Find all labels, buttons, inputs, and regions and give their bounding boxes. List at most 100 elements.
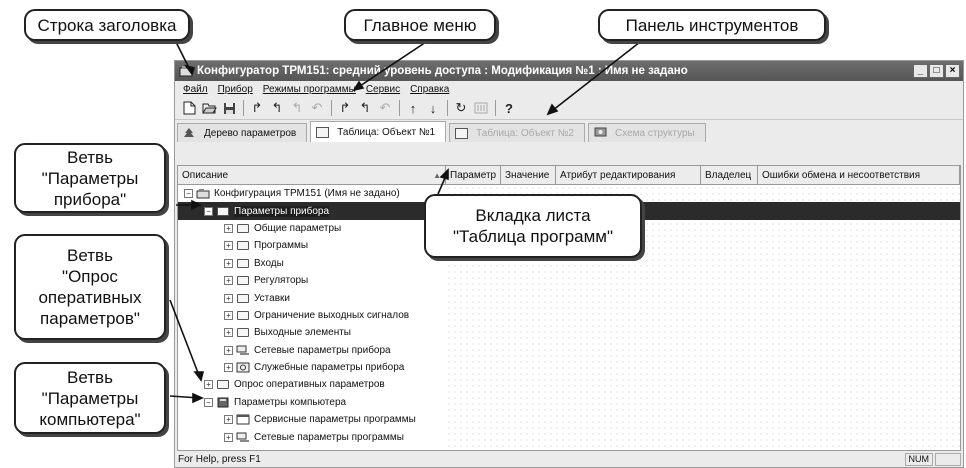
expand-icon[interactable]: + bbox=[224, 310, 233, 320]
menu-file[interactable]: Файл bbox=[183, 84, 208, 95]
expand-icon[interactable]: + bbox=[224, 432, 233, 442]
toolbar: ↱ ↰ ↰ ↶ ↱ ↰ ↶ ↑ ↓ ↻ ? bbox=[175, 97, 963, 120]
tree-row[interactable]: + Регуляторы bbox=[178, 272, 960, 289]
close-button[interactable]: × bbox=[945, 64, 960, 78]
tree-row-label: Ограничение выходных сигналов bbox=[254, 309, 410, 321]
arrow-up-icon[interactable]: ↑ bbox=[405, 100, 421, 116]
redo-icon[interactable]: ↱ bbox=[249, 100, 265, 116]
tree-row[interactable]: + Опрос оперативных параметров bbox=[178, 376, 960, 393]
tab-table-object-2[interactable]: Таблица: Объект №2 bbox=[449, 123, 585, 142]
tree-row-label: Параметры прибора bbox=[234, 205, 330, 217]
tab-parameter-tree[interactable]: Дерево параметров bbox=[177, 123, 308, 142]
network-icon bbox=[236, 432, 250, 443]
expand-icon[interactable]: + bbox=[224, 276, 233, 286]
folder-icon bbox=[236, 327, 250, 338]
undo-device-icon[interactable]: ↰ bbox=[357, 100, 373, 116]
status-help-text: For Help, press F1 bbox=[178, 454, 261, 465]
collapse-icon[interactable]: − bbox=[204, 397, 213, 407]
tree-row-label: Опрос оперативных параметров bbox=[234, 379, 385, 391]
undo-branch-icon[interactable]: ↶ bbox=[309, 100, 325, 116]
window-title: Конфигуратор ТРМ151: средний уровень дос… bbox=[197, 65, 688, 77]
undo-device-all-icon[interactable]: ↶ bbox=[377, 100, 393, 116]
tree-row-label: Конфигурация ТРМ151 (Имя не задано) bbox=[214, 188, 400, 200]
menu-device[interactable]: Прибор bbox=[218, 84, 253, 95]
toolbar-separator bbox=[243, 100, 244, 116]
column-parameter[interactable]: Параметр bbox=[446, 166, 501, 184]
title-bar[interactable]: Конфигуратор ТРМ151: средний уровень дос… bbox=[175, 61, 963, 81]
column-edit-attribute[interactable]: Атрибут редактирования bbox=[556, 166, 701, 184]
help-icon[interactable]: ? bbox=[501, 100, 517, 116]
configuration-icon bbox=[196, 188, 210, 199]
save-icon[interactable] bbox=[221, 100, 237, 116]
sort-ascending-icon: ▲ bbox=[433, 170, 441, 180]
callout-branch-device-params: Ветвь "Параметры прибора" bbox=[14, 143, 166, 213]
expand-icon[interactable]: + bbox=[224, 223, 233, 233]
column-description[interactable]: Описание ▲ bbox=[178, 166, 446, 184]
open-folder-icon[interactable] bbox=[201, 100, 217, 116]
column-header: Описание ▲ Параметр Значение Атрибут ред… bbox=[178, 166, 960, 185]
collapse-icon[interactable]: − bbox=[204, 206, 213, 216]
tab-table-object-1[interactable]: Таблица: Объект №1 bbox=[310, 121, 447, 142]
callout-main-menu: Главное меню bbox=[344, 9, 496, 41]
expand-icon[interactable]: + bbox=[224, 363, 233, 373]
tree-row[interactable]: + Сетевые параметры программы bbox=[178, 428, 960, 445]
toolbar-separator bbox=[331, 100, 332, 116]
callout-programs-tab: Вкладка листа "Таблица программ" bbox=[424, 194, 642, 258]
tree-icon bbox=[182, 127, 196, 139]
undo-all-icon[interactable]: ↰ bbox=[289, 100, 305, 116]
menu-help[interactable]: Справка bbox=[410, 84, 449, 95]
expand-icon[interactable]: + bbox=[204, 380, 213, 390]
tab-label: Таблица: Объект №1 bbox=[337, 126, 436, 138]
callout-branch-computer-params: Ветвь "Параметры компьютера" bbox=[14, 362, 166, 434]
tree-row-label: Регуляторы bbox=[254, 275, 309, 287]
tree-row[interactable]: + Сервисные параметры программы bbox=[178, 411, 960, 428]
folder-icon bbox=[236, 275, 250, 286]
app-icon bbox=[179, 66, 193, 77]
folder-icon bbox=[236, 240, 250, 251]
status-bar: For Help, press F1 NUM bbox=[175, 452, 963, 467]
application-window: Конфигуратор ТРМ151: средний уровень дос… bbox=[174, 60, 964, 468]
column-errors[interactable]: Ошибки обмена и несоответствия bbox=[758, 166, 960, 184]
tree-row[interactable]: + Сетевые параметры прибора bbox=[178, 342, 960, 359]
refresh-icon[interactable]: ↻ bbox=[453, 100, 469, 116]
column-owner[interactable]: Владелец bbox=[701, 166, 758, 184]
redo-device-icon[interactable]: ↱ bbox=[337, 100, 353, 116]
tree-row-label: Общие параметры bbox=[254, 222, 342, 234]
undo-icon[interactable]: ↰ bbox=[269, 100, 285, 116]
network-icon bbox=[236, 345, 250, 356]
tab-label: Схема структуры bbox=[615, 127, 695, 139]
tree-row-label: Программы bbox=[254, 240, 309, 252]
collapse-icon[interactable]: − bbox=[184, 189, 193, 199]
tree-row[interactable]: + Ограничение выходных сигналов bbox=[178, 307, 960, 324]
expand-icon[interactable]: + bbox=[224, 415, 233, 425]
new-file-icon[interactable] bbox=[181, 100, 197, 116]
service-icon bbox=[236, 362, 250, 373]
device-icon[interactable] bbox=[473, 100, 489, 116]
menu-service[interactable]: Сервис bbox=[366, 84, 400, 95]
folder-icon bbox=[236, 258, 250, 269]
tree-row-label: Параметры компьютера bbox=[234, 396, 347, 408]
expand-icon[interactable]: + bbox=[224, 345, 233, 355]
menu-program-modes[interactable]: Режимы программы bbox=[263, 84, 356, 95]
folder-icon bbox=[236, 223, 250, 234]
expand-icon[interactable]: + bbox=[224, 258, 233, 268]
tab-structure-scheme[interactable]: Схема структуры bbox=[588, 123, 706, 142]
tree-row[interactable]: + Выходные элементы bbox=[178, 324, 960, 341]
folder-icon bbox=[216, 379, 230, 390]
tree-row[interactable]: + Служебные параметры прибора bbox=[178, 359, 960, 376]
expand-icon[interactable]: + bbox=[224, 241, 233, 251]
callout-title-bar: Строка заголовка bbox=[24, 9, 190, 41]
expand-icon[interactable]: + bbox=[224, 328, 233, 338]
column-value[interactable]: Значение bbox=[501, 166, 556, 184]
table-icon bbox=[454, 127, 468, 139]
expand-icon[interactable]: + bbox=[224, 293, 233, 303]
arrow-down-icon[interactable]: ↓ bbox=[425, 100, 441, 116]
maximize-button[interactable]: □ bbox=[929, 64, 944, 78]
minimize-button[interactable]: _ bbox=[913, 64, 928, 78]
tree-row[interactable]: − Параметры компьютера bbox=[178, 394, 960, 411]
tree-row[interactable]: + Уставки bbox=[178, 289, 960, 306]
tab-label: Дерево параметров bbox=[204, 127, 297, 139]
callout-branch-poll: Ветвь "Опрос оперативных параметров" bbox=[14, 234, 166, 340]
tree-row-label: Сервисные параметры программы bbox=[254, 414, 416, 426]
folder-icon bbox=[236, 310, 250, 321]
